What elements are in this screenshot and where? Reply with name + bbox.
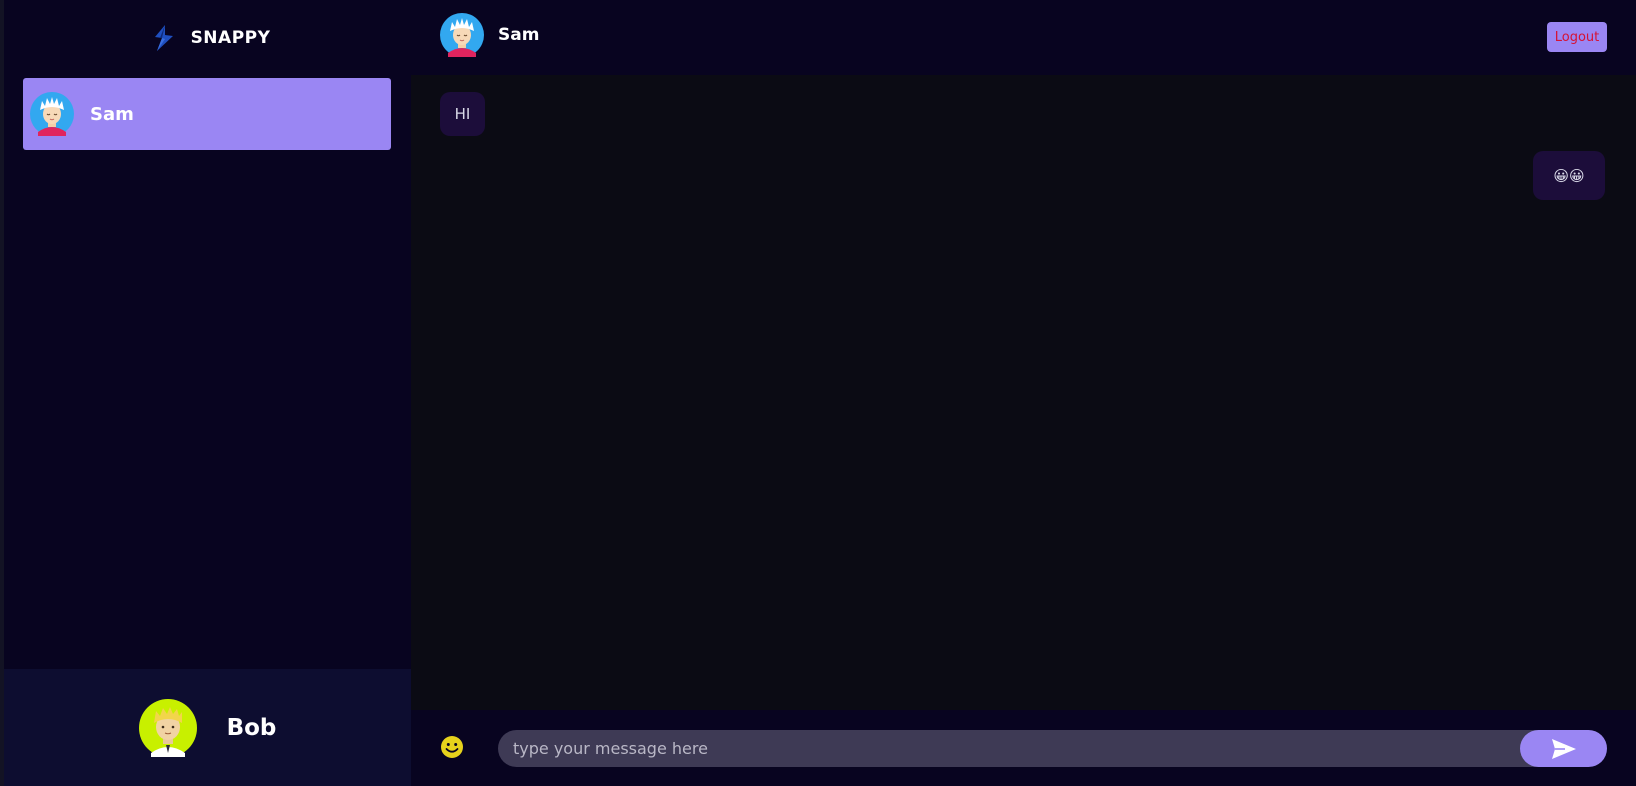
- message-text: 😀😀: [1553, 166, 1585, 185]
- sam-avatar-icon: [30, 92, 74, 136]
- contacts-sidebar: SNAPPY Sam Bob: [0, 0, 411, 786]
- logout-button[interactable]: Logout: [1547, 22, 1607, 52]
- message-received: HI: [440, 92, 485, 136]
- chat-header-user: Sam: [440, 13, 539, 57]
- message-input-container: [498, 730, 1568, 767]
- emoji-picker-icon[interactable]: [440, 735, 464, 759]
- bob-avatar-icon: [138, 698, 197, 757]
- snappy-logo-icon: [154, 24, 173, 51]
- message-text: HI: [454, 105, 471, 123]
- messages-area: HI 😀😀: [411, 75, 1636, 710]
- chat-header-username: Sam: [498, 25, 540, 45]
- send-button[interactable]: [1520, 730, 1607, 767]
- brand: SNAPPY: [4, 0, 415, 75]
- brand-name: SNAPPY: [190, 27, 271, 48]
- chat-header: Sam Logout: [411, 0, 1636, 75]
- chat-container: Sam Logout HI 😀😀: [411, 0, 1636, 786]
- message-input[interactable]: [498, 730, 1498, 767]
- current-user-name: Bob: [226, 714, 277, 741]
- contact-item-sam[interactable]: Sam: [23, 78, 391, 150]
- contact-name: Sam: [90, 103, 134, 125]
- send-icon: [1551, 738, 1576, 759]
- message-input-bar: [411, 710, 1636, 786]
- chat-app: SNAPPY Sam Bob Sam Logout HI 😀😀 type you…: [0, 0, 1636, 786]
- current-user-panel: Bob: [4, 669, 411, 786]
- sam-avatar-icon: [440, 13, 484, 57]
- message-sent: 😀😀: [1533, 151, 1605, 200]
